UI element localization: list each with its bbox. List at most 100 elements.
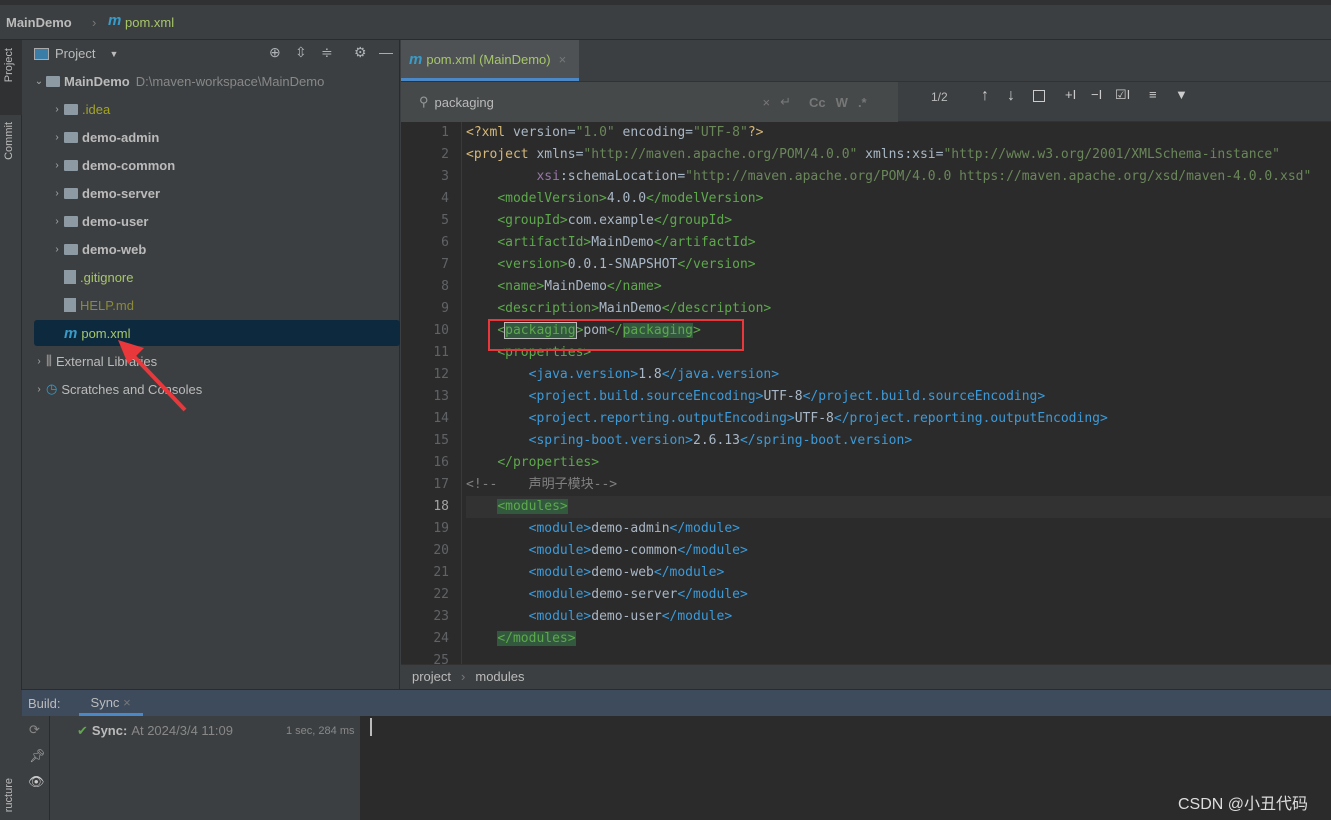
- code-line[interactable]: <!-- 声明子模块-->: [466, 474, 1331, 496]
- breadcrumb-project[interactable]: MainDemo: [6, 15, 72, 30]
- tree-item-label: demo-server: [82, 185, 161, 201]
- sync-result-row[interactable]: ✔ Sync: At 2024/3/4 11:09: [77, 723, 233, 739]
- chevron-down-icon[interactable]: ⌄: [32, 76, 46, 87]
- code-line[interactable]: <modules>: [466, 496, 1331, 518]
- maven-icon: m: [64, 324, 78, 342]
- tab-pom-xml[interactable]: m pom.xml (MainDemo) ×: [401, 40, 579, 81]
- code-area[interactable]: 1 <?xml version="1.0" encoding="UTF-8"?> 2…: [401, 122, 1331, 668]
- add-selection-icon[interactable]: +I: [1065, 87, 1076, 102]
- clear-icon[interactable]: ×: [763, 95, 771, 110]
- tab-sync[interactable]: Sync ×: [78, 691, 143, 716]
- search-icon[interactable]: ⚲: [419, 94, 429, 110]
- code-token: </java.version>: [661, 367, 780, 382]
- line-number: 21: [433, 565, 449, 580]
- search-input[interactable]: [434, 94, 735, 110]
- code-line[interactable]: <spring-boot.version>2.6.13</spring-boot…: [466, 430, 1331, 452]
- breadcrumb-file[interactable]: pom.xml: [125, 15, 174, 30]
- code-line[interactable]: <groupId>com.example</groupId>: [466, 210, 1331, 232]
- eye-icon[interactable]: 👁︎: [28, 774, 45, 790]
- tree-item[interactable]: HELP.md: [22, 292, 388, 318]
- code-token: <spring-boot.version>: [528, 433, 693, 448]
- code-line[interactable]: <name>MainDemo</name>: [466, 276, 1331, 298]
- chevron-right-icon[interactable]: ›: [50, 244, 64, 255]
- words-button[interactable]: W: [836, 95, 848, 110]
- collapse-all-icon[interactable]: ≑: [321, 44, 333, 61]
- toggle-selection-icon[interactable]: ☑I: [1115, 87, 1130, 103]
- line-number: 11: [433, 345, 449, 360]
- sync-duration: 1 sec, 284 ms: [286, 725, 355, 737]
- commit-tool-button[interactable]: Commit: [3, 122, 15, 160]
- editor-breadcrumb-item[interactable]: project: [412, 669, 451, 684]
- pin-icon[interactable]: 📌︎: [29, 748, 46, 764]
- code-token: <project: [466, 147, 537, 162]
- select-all-occurrences-icon[interactable]: [1033, 90, 1045, 102]
- code-line[interactable]: xsi:schemaLocation="http://maven.apache.…: [466, 166, 1331, 188]
- filter-icon[interactable]: ▼: [1175, 87, 1188, 102]
- code-line[interactable]: <module>demo-admin</module>: [466, 518, 1331, 540]
- code-token: "http://maven.apache.org/POM/4.0.0": [583, 147, 858, 162]
- line-number: 3: [441, 169, 449, 184]
- chevron-right-icon: ›: [92, 15, 97, 30]
- tree-item-label: demo-admin: [82, 129, 160, 145]
- code-line[interactable]: <module>demo-server</module>: [466, 584, 1331, 606]
- filter-settings-icon[interactable]: ≡: [1149, 87, 1157, 102]
- minimize-icon[interactable]: —: [379, 44, 393, 60]
- code-line[interactable]: <project.reporting.outputEncoding>UTF-8<…: [466, 408, 1331, 430]
- chevron-right-icon[interactable]: ›: [50, 160, 64, 171]
- close-icon[interactable]: ×: [559, 52, 567, 67]
- arrow-down-icon[interactable]: ↓: [1007, 87, 1015, 105]
- tree-item[interactable]: › demo-web: [22, 236, 388, 262]
- code-line[interactable]: <java.version>1.8</java.version>: [466, 364, 1331, 386]
- code-line[interactable]: <module>demo-user</module>: [466, 606, 1331, 628]
- code-line[interactable]: <description>MainDemo</description>: [466, 298, 1331, 320]
- code-line[interactable]: <version>0.0.1-SNAPSHOT</version>: [466, 254, 1331, 276]
- regex-button[interactable]: .*: [858, 95, 867, 110]
- match-case-button[interactable]: Cc: [809, 95, 826, 110]
- editor-breadcrumb-item[interactable]: modules: [475, 669, 524, 684]
- expand-all-icon[interactable]: ⇳: [295, 44, 307, 61]
- code-line[interactable]: <module>demo-common</module>: [466, 540, 1331, 562]
- code-line[interactable]: <?xml version="1.0" encoding="UTF-8"?>: [466, 122, 1331, 144]
- locate-icon[interactable]: ⊕: [269, 44, 281, 61]
- tree-item[interactable]: › ◷ Scratches and Consoles: [22, 376, 388, 402]
- line-number: 17: [433, 477, 449, 492]
- code-token: </modules>: [497, 631, 576, 646]
- code-token: <modelVersion>: [497, 191, 607, 206]
- project-tool-button[interactable]: Project: [3, 48, 15, 82]
- code-line[interactable]: <artifactId>MainDemo</artifactId>: [466, 232, 1331, 254]
- chevron-right-icon[interactable]: ›: [50, 132, 64, 143]
- code-line[interactable]: </properties>: [466, 452, 1331, 474]
- tree-item[interactable]: › demo-user: [22, 208, 388, 234]
- code-line[interactable]: <module>demo-web</module>: [466, 562, 1331, 584]
- code-token: MainDemo: [599, 301, 662, 316]
- chevron-right-icon[interactable]: ›: [50, 188, 64, 199]
- code-line[interactable]: <project xmlns="http://maven.apache.org/…: [466, 144, 1331, 166]
- tree-item[interactable]: › demo-admin: [22, 124, 388, 150]
- tree-item-label: demo-user: [82, 213, 149, 229]
- new-line-icon[interactable]: ↵: [780, 94, 791, 110]
- tree-item[interactable]: › ⫼ External Libraries: [22, 348, 388, 374]
- tree-item[interactable]: m pom.xml: [34, 320, 400, 346]
- chevron-down-icon[interactable]: ▼: [109, 49, 118, 59]
- line-number: 18: [433, 499, 449, 514]
- chevron-right-icon[interactable]: ›: [50, 104, 64, 115]
- tree-item[interactable]: › demo-server: [22, 180, 388, 206]
- gear-icon[interactable]: ⚙: [354, 44, 367, 61]
- tree-item[interactable]: .gitignore: [22, 264, 388, 290]
- sync-icon[interactable]: ⟳: [29, 722, 40, 738]
- structure-tool-button[interactable]: ructure: [3, 778, 15, 812]
- project-view-selector[interactable]: Project: [55, 46, 95, 61]
- remove-selection-icon[interactable]: −I: [1091, 87, 1102, 102]
- code-line[interactable]: <modelVersion>4.0.0</modelVersion>: [466, 188, 1331, 210]
- code-line[interactable]: </modules>: [466, 628, 1331, 650]
- chevron-right-icon[interactable]: ›: [32, 356, 46, 367]
- code-line[interactable]: <project.build.sourceEncoding>UTF-8</pro…: [466, 386, 1331, 408]
- chevron-right-icon[interactable]: ›: [32, 384, 46, 395]
- tree-item[interactable]: › .idea: [22, 96, 388, 122]
- chevron-right-icon[interactable]: ›: [50, 216, 64, 227]
- arrow-up-icon[interactable]: ↑: [981, 87, 989, 105]
- tree-item[interactable]: ⌄ MainDemo D:\maven-workspace\MainDemo: [22, 68, 388, 94]
- tree-item[interactable]: › demo-common: [22, 152, 388, 178]
